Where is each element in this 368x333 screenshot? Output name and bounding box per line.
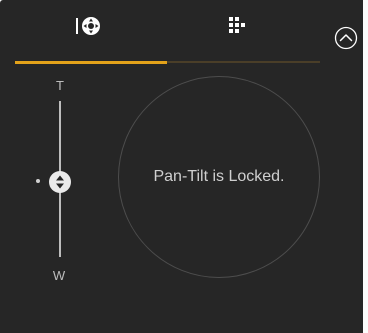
tab-preset[interactable] [215, 14, 261, 54]
chevron-up-circle-icon [334, 26, 358, 50]
zoom-tele-label: T [56, 78, 64, 93]
pan-tilt-icon [76, 17, 100, 35]
zoom-slider-thumb[interactable] [49, 171, 71, 193]
up-down-arrows-icon [56, 175, 64, 189]
tab-pan-tilt[interactable] [66, 14, 112, 54]
active-tab-indicator [15, 61, 167, 64]
ptz-control-panel: T W Pan-Tilt is Locked. [0, 0, 363, 333]
zoom-wide-label: W [52, 268, 66, 283]
zoom-center-mark [36, 179, 40, 183]
collapse-button[interactable] [334, 26, 358, 50]
preset-grid-icon [229, 17, 245, 33]
pan-tilt-status: Pan-Tilt is Locked. [153, 168, 285, 185]
